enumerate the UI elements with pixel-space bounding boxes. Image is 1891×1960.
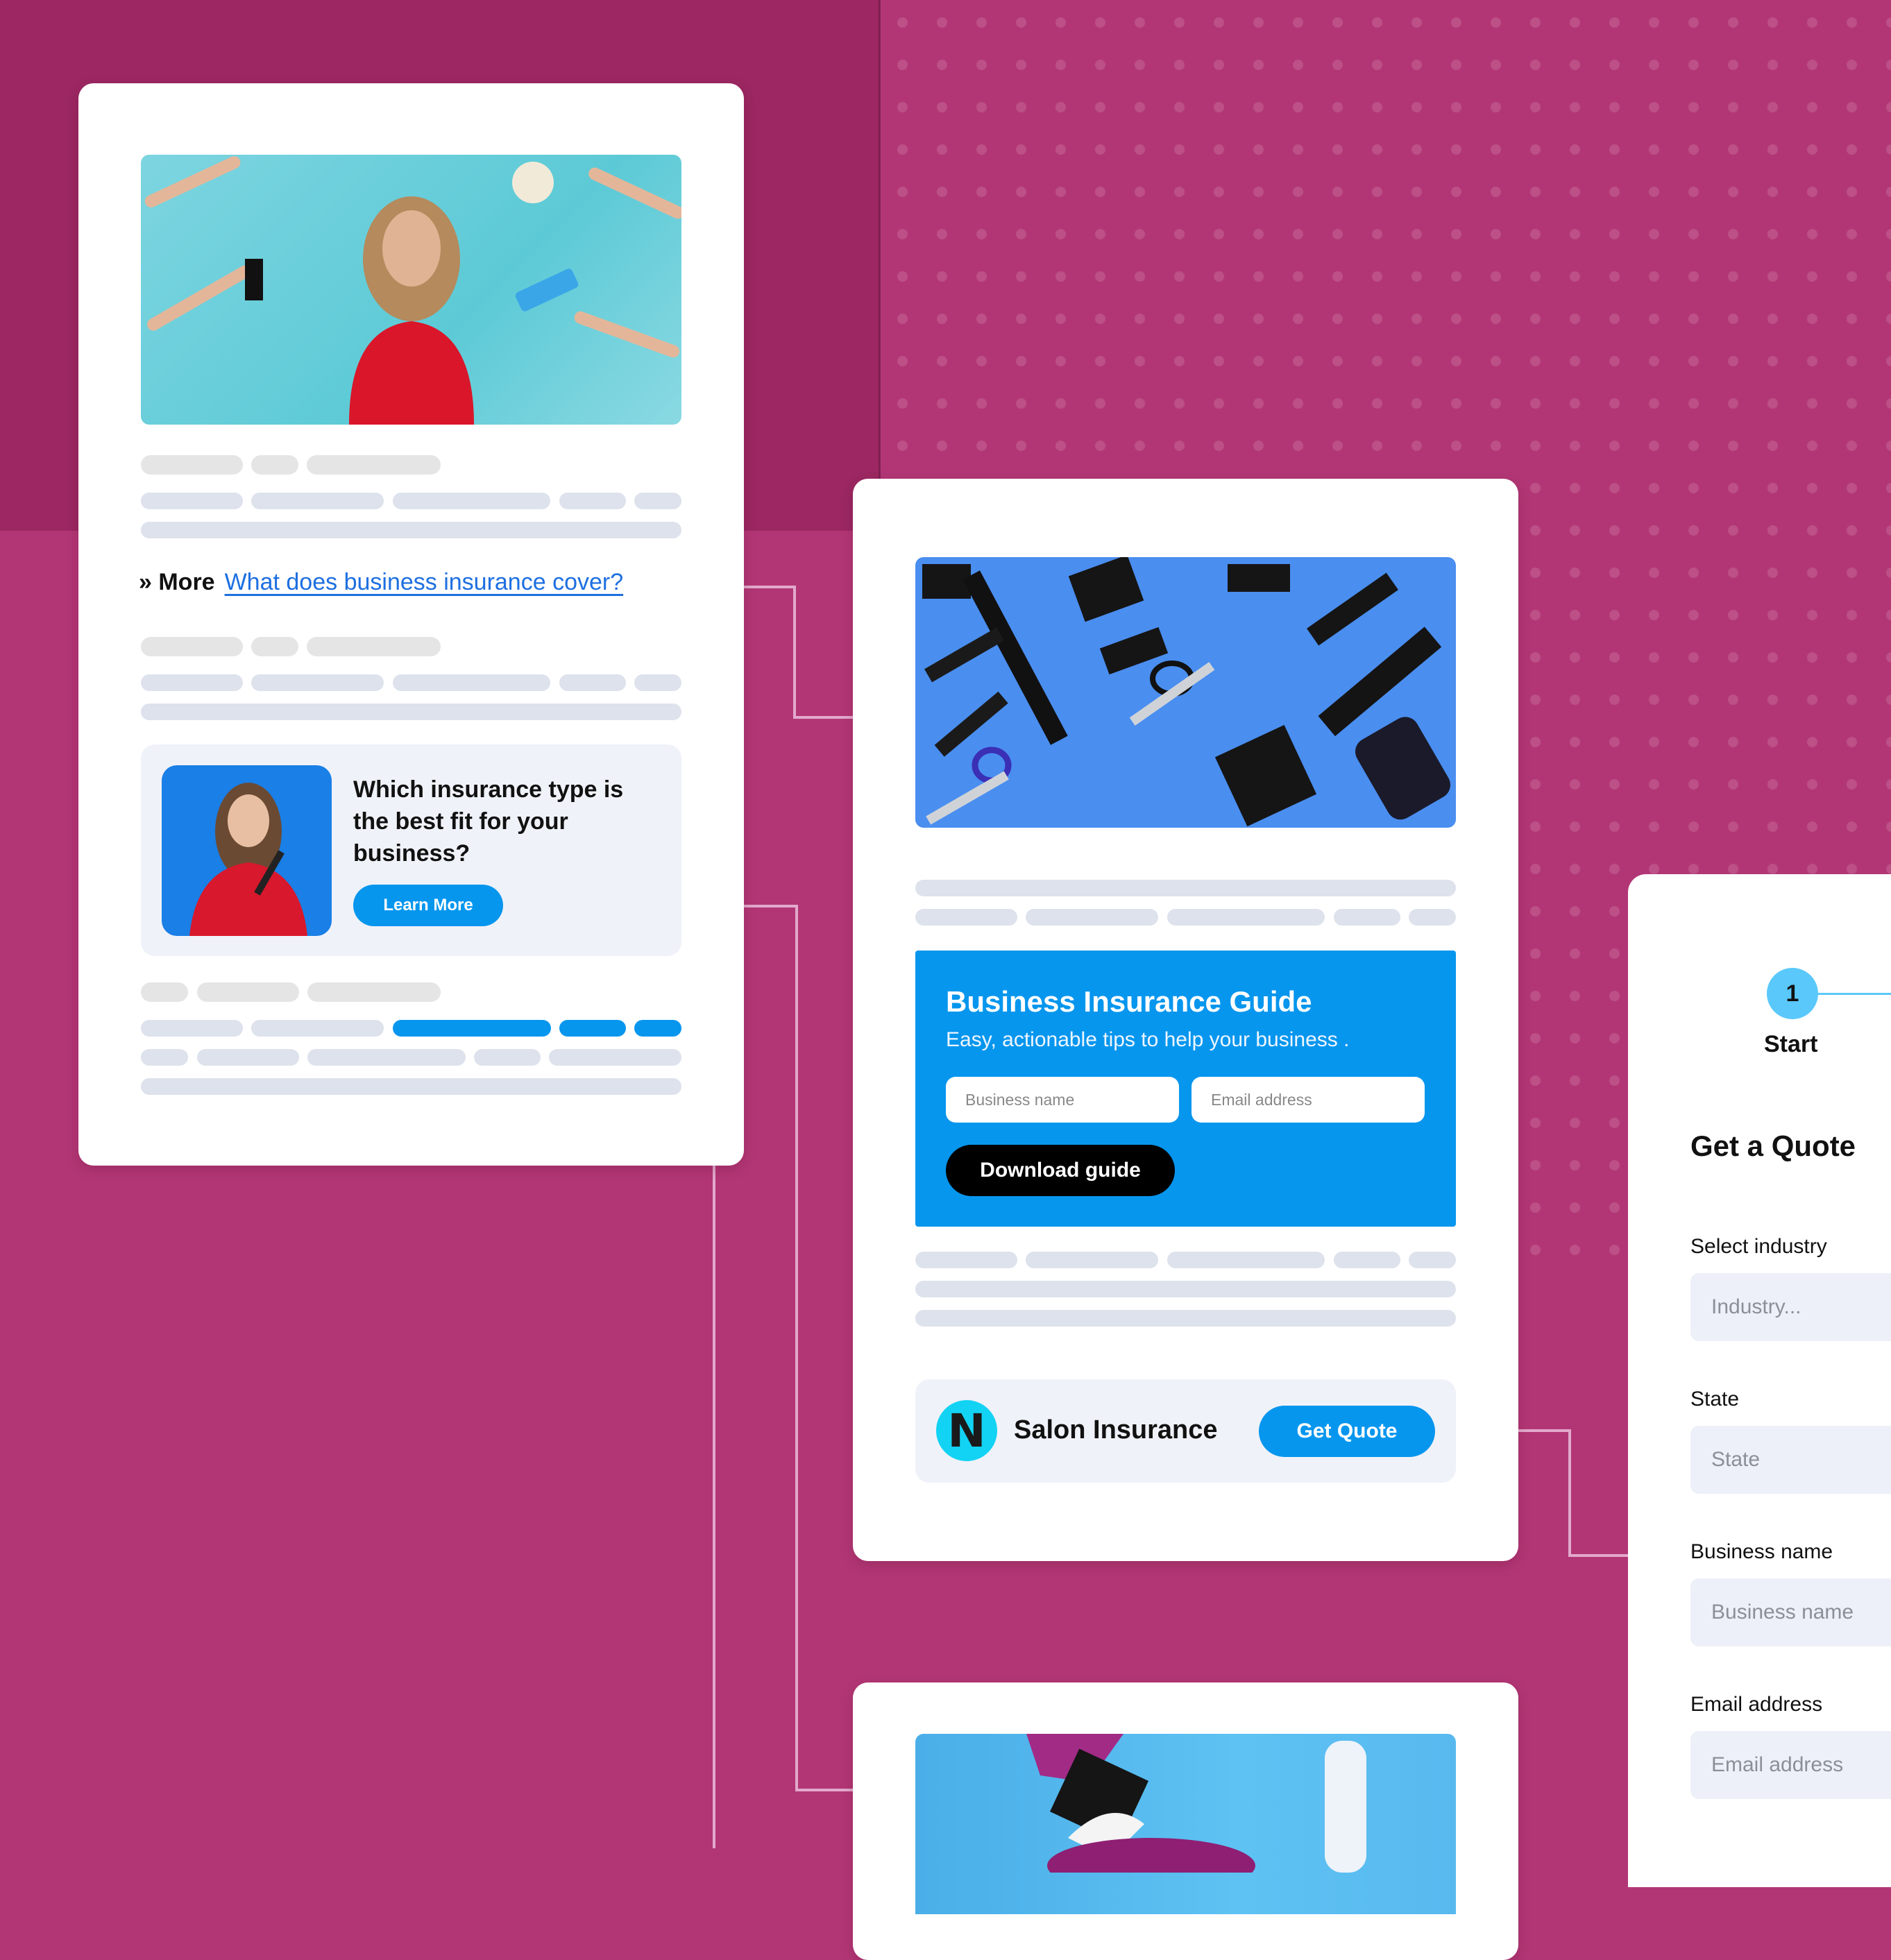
skeleton-line: [251, 637, 298, 656]
woman-with-salon-tools-photo: [144, 156, 681, 425]
step-progress-line: [1818, 993, 1891, 995]
skeleton-line: [141, 982, 188, 1002]
promo-title: Which insurance type is the best fit for…: [353, 776, 624, 867]
skeleton-line: [141, 522, 681, 538]
step-label: Start: [1764, 1031, 1818, 1057]
learn-more-button[interactable]: Learn More: [353, 885, 503, 926]
skeleton-line: [1026, 1252, 1158, 1268]
guide-email-input[interactable]: [1192, 1077, 1425, 1123]
skeleton-line: [393, 674, 550, 691]
get-quote-button[interactable]: Get Quote: [1259, 1406, 1435, 1457]
get-a-quote-form: 1 Start Get a Quote Select industry Stat…: [1628, 874, 1891, 1887]
skeleton-line: [559, 493, 626, 509]
more-label: » More: [139, 569, 215, 595]
skeleton-line-highlighted: [393, 1020, 551, 1037]
guide-business-name-input[interactable]: [946, 1077, 1179, 1123]
background-divider: [879, 0, 881, 531]
business-name-label: Business name: [1690, 1540, 1833, 1563]
skeleton-line: [915, 880, 1456, 896]
skeleton-line: [197, 1049, 299, 1066]
skeleton-line: [307, 455, 441, 475]
connector-line: [793, 716, 856, 719]
skeleton-line: [141, 1020, 243, 1037]
skeleton-line: [141, 455, 243, 475]
skeleton-line: [251, 455, 298, 475]
skeleton-line: [307, 982, 441, 1002]
email-input[interactable]: [1690, 1731, 1891, 1799]
skeleton-line: [393, 493, 550, 509]
state-input[interactable]: [1690, 1426, 1891, 1494]
guide-subtitle: Easy, actionable tips to help your busin…: [946, 1028, 1350, 1051]
business-insurance-guide-box: Business Insurance Guide Easy, actionabl…: [915, 951, 1456, 1227]
skeleton-line: [1167, 909, 1325, 926]
skeleton-line: [141, 1078, 681, 1095]
skeleton-line: [915, 1281, 1456, 1297]
insurance-type-promo: Which insurance type is the best fit for…: [141, 744, 681, 956]
hero-image: [141, 155, 681, 425]
business-insurance-cover-link[interactable]: What does business insurance cover?: [225, 569, 624, 596]
state-label: State: [1690, 1388, 1740, 1411]
skeleton-line: [251, 1020, 384, 1037]
hair-dye-brush-bowl-photo: [915, 1734, 1456, 1914]
skeleton-line: [1167, 1252, 1325, 1268]
skeleton-line: [1026, 909, 1158, 926]
industry-label: Select industry: [1690, 1235, 1827, 1258]
skeleton-line: [307, 1049, 466, 1066]
skeleton-line: [141, 493, 243, 509]
connector-line: [795, 905, 798, 1791]
email-label: Email address: [1690, 1693, 1823, 1716]
skeleton-line: [141, 674, 243, 691]
skeleton-line: [474, 1049, 541, 1066]
skeleton-line: [1334, 1252, 1400, 1268]
skeleton-line: [141, 1049, 188, 1066]
skeleton-line: [559, 674, 626, 691]
woman-holding-makeup-brushes-photo: [162, 765, 332, 936]
connector-line: [1568, 1554, 1631, 1557]
guide-title: Business Insurance Guide: [946, 985, 1312, 1018]
skeleton-line: [549, 1049, 681, 1066]
quote-form-title: Get a Quote: [1690, 1130, 1856, 1162]
download-guide-button[interactable]: Download guide: [946, 1145, 1175, 1196]
skeleton-line: [251, 493, 384, 509]
connector-line: [795, 1789, 855, 1791]
skeleton-line: [915, 1310, 1456, 1327]
product-name: Salon Insurance: [1014, 1415, 1218, 1445]
skeleton-line: [197, 982, 299, 1002]
industry-select[interactable]: [1690, 1273, 1891, 1341]
skeleton-line: [141, 704, 681, 720]
hair-tools-flatlay-photo: [915, 557, 1456, 828]
skeleton-line-highlighted: [559, 1020, 626, 1037]
skeleton-line: [1409, 909, 1456, 926]
skeleton-line: [1334, 909, 1400, 926]
skeleton-line: [1409, 1252, 1456, 1268]
skeleton-line: [251, 674, 384, 691]
more-link-row: » More What does business insurance cove…: [139, 569, 623, 596]
salon-insurance-product: N Salon Insurance Get Quote: [915, 1379, 1456, 1483]
skeleton-line: [307, 637, 441, 656]
skeleton-line: [915, 909, 1017, 926]
skeleton-line: [141, 637, 243, 656]
skeleton-line: [634, 674, 681, 691]
connector-line: [793, 586, 796, 719]
skeleton-line: [915, 1252, 1017, 1268]
skeleton-line-highlighted: [634, 1020, 681, 1037]
step-1-indicator: 1: [1767, 968, 1818, 1019]
skeleton-line: [634, 493, 681, 509]
connector-line: [1568, 1429, 1571, 1556]
salon-insurance-logo-icon: N: [936, 1400, 997, 1461]
business-name-input[interactable]: [1690, 1578, 1891, 1646]
